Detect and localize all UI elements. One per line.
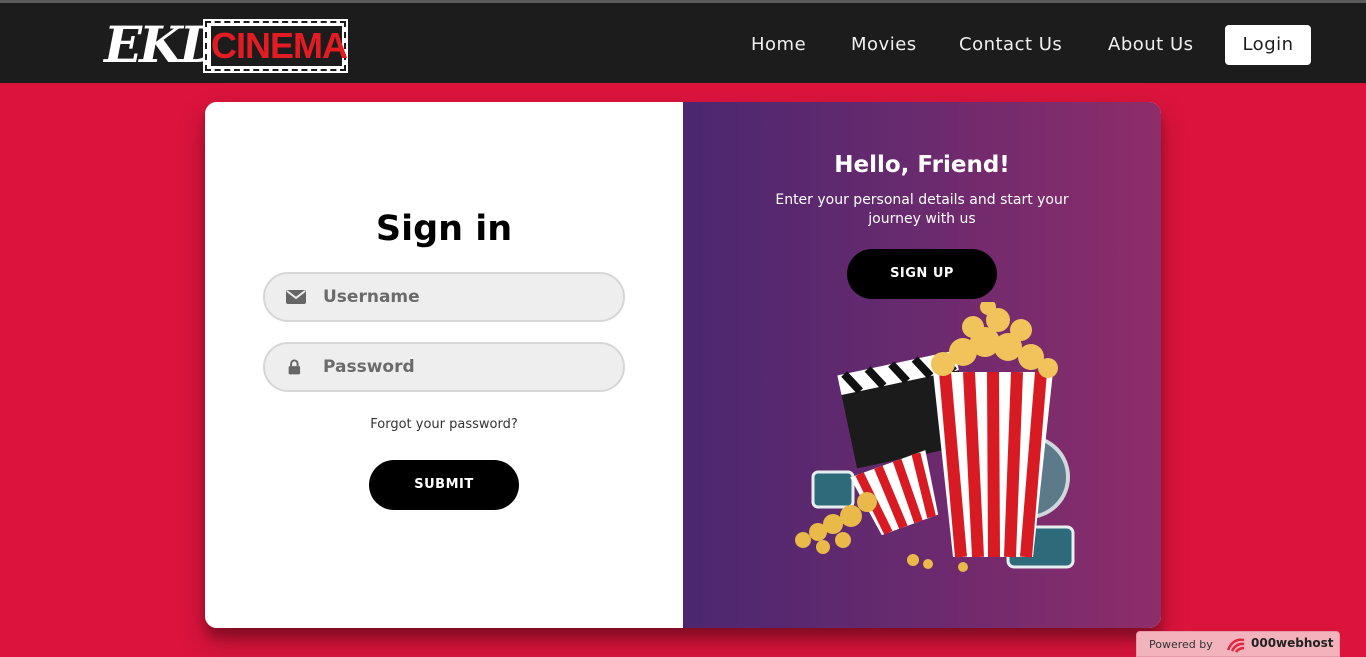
- signup-overlay-panel: Hello, Friend! Enter your personal detai…: [683, 102, 1161, 628]
- powered-by-label: Powered by: [1149, 638, 1213, 651]
- logo-cinema-text: CINEMA: [211, 25, 348, 66]
- signin-panel: Sign in Forgot your password? SUBMIT: [205, 102, 683, 628]
- username-input[interactable]: [323, 274, 613, 320]
- nav-about-us-link[interactable]: About Us: [1108, 31, 1194, 59]
- lock-icon: [288, 359, 301, 375]
- username-field-wrapper: [263, 272, 625, 322]
- forgot-password-link[interactable]: Forgot your password?: [205, 417, 683, 432]
- password-field-wrapper: [263, 342, 625, 392]
- powered-by-badge[interactable]: Powered by 000webhost: [1136, 631, 1340, 657]
- signup-button[interactable]: SIGN UP: [847, 249, 997, 299]
- auth-card: Sign in Forgot your password? SUBMIT Hel…: [205, 102, 1161, 628]
- submit-button[interactable]: SUBMIT: [369, 460, 519, 510]
- 000webhost-icon: [1226, 638, 1245, 653]
- overlay-title: Hello, Friend!: [834, 152, 1010, 178]
- logo-cinema-frame: CINEMA: [203, 19, 348, 73]
- 000webhost-brand: 000webhost: [1251, 636, 1334, 650]
- nav-movies-link[interactable]: Movies: [851, 31, 917, 59]
- top-navbar: EKD CINEMA Home Movies Contact Us About …: [0, 0, 1366, 83]
- logo-ekd-text: EKD: [104, 15, 223, 74]
- nav-contact-us-link[interactable]: Contact Us: [959, 31, 1062, 59]
- password-input[interactable]: [323, 344, 613, 390]
- overlay-description: Enter your personal details and start yo…: [775, 192, 1069, 227]
- envelope-icon: [286, 290, 306, 304]
- signin-title: Sign in: [375, 209, 513, 249]
- nav-home-link[interactable]: Home: [751, 31, 806, 59]
- nav-login-button[interactable]: Login: [1225, 25, 1311, 65]
- ekd-cinema-logo[interactable]: EKD CINEMA: [104, 16, 348, 74]
- popcorn-illustration: [795, 302, 1075, 572]
